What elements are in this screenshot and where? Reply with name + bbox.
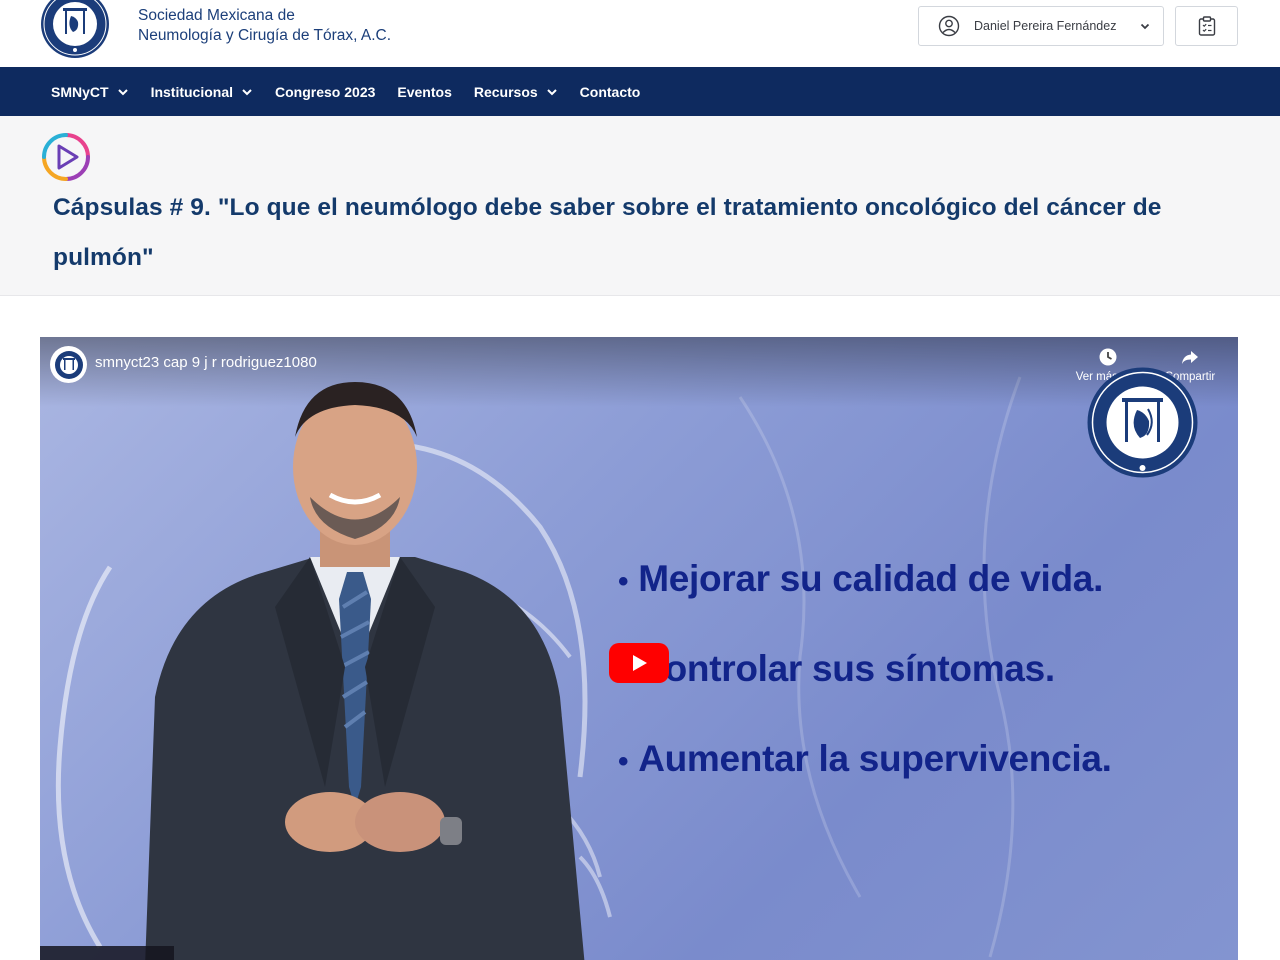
slide-bullet: • Aumentar la supervivencia. bbox=[618, 738, 1112, 779]
user-circle-icon bbox=[938, 15, 960, 37]
nav-item-institucional[interactable]: Institucional bbox=[140, 67, 264, 116]
page-title: Cápsulas # 9. "Lo que el neumólogo debe … bbox=[53, 194, 1162, 271]
presenter-figure bbox=[145, 382, 585, 960]
clock-icon bbox=[1099, 348, 1117, 366]
video-player[interactable]: smnyct23 cap 9 j r rodriguez1080 Ver más… bbox=[40, 337, 1238, 960]
user-name: Daniel Pereira Fernández bbox=[974, 19, 1117, 33]
share-icon bbox=[1182, 351, 1198, 364]
channel-avatar[interactable] bbox=[50, 346, 87, 383]
chevron-down-icon bbox=[546, 88, 557, 95]
nav-item-label: Contacto bbox=[579, 83, 641, 100]
slide-bullet-text: Aumentar la supervivencia. bbox=[638, 738, 1112, 779]
slide-bullet-text: Mejorar su calidad de vida. bbox=[638, 558, 1104, 599]
nav-item-contacto[interactable]: Contacto bbox=[569, 67, 652, 116]
clipboard-icon bbox=[1198, 16, 1215, 36]
org-name[interactable]: Sociedad Mexicana de Neumología y Cirugí… bbox=[138, 6, 391, 46]
slide-bullet: •Controlar sus síntomas. bbox=[618, 625, 1112, 715]
org-name-line1: Sociedad Mexicana de bbox=[138, 7, 295, 24]
nav-item-label: Eventos bbox=[397, 83, 452, 100]
main-nav: SMNyCT Institucional Congreso 2023 Event… bbox=[0, 67, 1280, 116]
society-seal-watermark bbox=[1087, 367, 1198, 478]
clipboard-button[interactable] bbox=[1175, 6, 1238, 46]
title-band: Cápsulas # 9. "Lo que el neumólogo debe … bbox=[0, 116, 1280, 296]
video-progress-strip bbox=[40, 946, 174, 960]
nav-item-label: Institucional bbox=[150, 83, 234, 100]
nav-item-label: Recursos bbox=[473, 83, 538, 100]
user-menu-button[interactable]: Daniel Pereira Fernández bbox=[918, 6, 1164, 46]
site-header: Sociedad Mexicana de Neumología y Cirugí… bbox=[0, 0, 1280, 67]
slide-bullet: • Mejorar su calidad de vida. bbox=[618, 558, 1104, 599]
chevron-down-icon bbox=[117, 88, 128, 95]
nav-item-recursos[interactable]: Recursos bbox=[463, 67, 569, 116]
capsule-play-logo bbox=[42, 133, 90, 181]
slide-bullet-list: •Mejorar su calidad de vida. •Controlar … bbox=[618, 535, 1112, 805]
nav-item-smnyct[interactable]: SMNyCT bbox=[40, 67, 140, 116]
slide-bullet-text: Controlar sus síntomas. bbox=[638, 648, 1055, 689]
org-name-line2: Neumología y Cirugía de Tórax, A.C. bbox=[138, 27, 392, 44]
nav-item-congreso-2023[interactable]: Congreso 2023 bbox=[264, 67, 386, 116]
chevron-down-icon bbox=[242, 88, 252, 95]
youtube-play-button[interactable] bbox=[609, 643, 669, 683]
nav-item-label: Congreso 2023 bbox=[275, 83, 376, 100]
nav-item-eventos[interactable]: Eventos bbox=[386, 67, 462, 116]
channel-logo-icon bbox=[54, 350, 83, 379]
nav-item-label: SMNyCT bbox=[51, 83, 109, 100]
smnyct-logo[interactable] bbox=[39, 0, 111, 60]
chevron-down-icon bbox=[1140, 23, 1150, 30]
